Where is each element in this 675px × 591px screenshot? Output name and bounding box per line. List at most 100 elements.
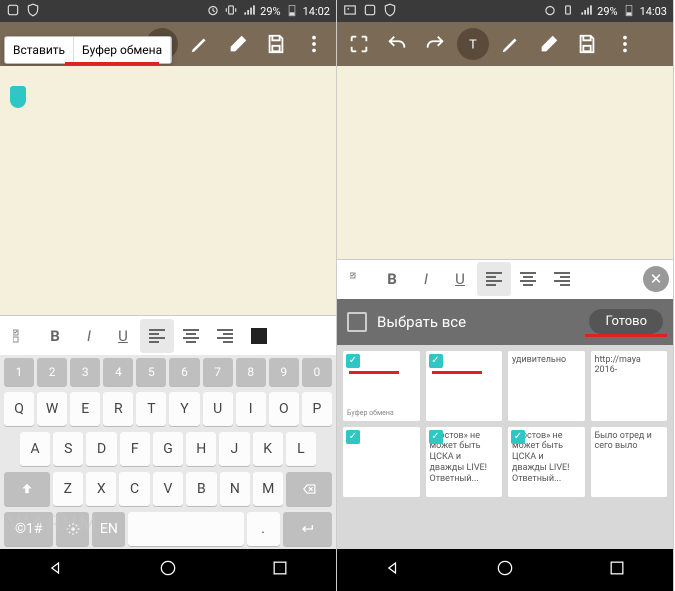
eraser-icon[interactable] bbox=[222, 28, 254, 60]
close-format-button[interactable]: ✕ bbox=[643, 266, 669, 292]
settings-key[interactable] bbox=[56, 512, 89, 546]
clipboard-item[interactable]: «Ростов» не может быть ЦСКА и дважды LIV… bbox=[508, 427, 585, 497]
checklist-icon[interactable] bbox=[341, 262, 375, 296]
redo-icon[interactable] bbox=[419, 28, 451, 60]
key-3[interactable]: 3 bbox=[70, 358, 100, 386]
bold-button[interactable]: B bbox=[38, 319, 72, 353]
key-a[interactable]: A bbox=[20, 432, 50, 466]
back-nav-icon[interactable] bbox=[46, 558, 66, 582]
key-u[interactable]: U bbox=[203, 392, 233, 426]
key-l[interactable]: L bbox=[286, 432, 316, 466]
key-m[interactable]: M bbox=[253, 472, 283, 506]
key-c[interactable]: C bbox=[119, 472, 149, 506]
key-v[interactable]: V bbox=[153, 472, 183, 506]
enter-key[interactable] bbox=[283, 512, 332, 546]
battery-icon bbox=[285, 3, 299, 20]
clipboard-header: Выбрать все Готово bbox=[337, 299, 673, 345]
key-p[interactable]: P bbox=[302, 392, 332, 426]
overflow-menu-icon[interactable] bbox=[298, 28, 330, 60]
key-k[interactable]: K bbox=[253, 432, 283, 466]
key-n[interactable]: N bbox=[220, 472, 250, 506]
key-s[interactable]: S bbox=[53, 432, 83, 466]
pen-icon[interactable] bbox=[495, 28, 527, 60]
home-nav-icon[interactable] bbox=[158, 558, 178, 582]
key-h[interactable]: H bbox=[186, 432, 216, 466]
align-left-button[interactable] bbox=[140, 319, 174, 353]
text-tool-icon[interactable]: T bbox=[457, 28, 489, 60]
cursor-handle-icon[interactable] bbox=[10, 86, 26, 108]
italic-button[interactable]: I bbox=[72, 319, 106, 353]
key-y[interactable]: Y bbox=[169, 392, 199, 426]
space-key[interactable] bbox=[128, 512, 243, 546]
eraser-icon[interactable] bbox=[533, 28, 565, 60]
bold-button[interactable]: B bbox=[375, 262, 409, 296]
lang-key[interactable]: EN bbox=[92, 512, 125, 546]
backspace-key[interactable] bbox=[286, 472, 332, 506]
key-q[interactable]: Q bbox=[4, 392, 34, 426]
key-w[interactable]: W bbox=[37, 392, 67, 426]
key-5[interactable]: 5 bbox=[136, 358, 166, 386]
key-d[interactable]: D bbox=[86, 432, 116, 466]
save-icon[interactable] bbox=[571, 28, 603, 60]
underline-button[interactable]: U bbox=[106, 319, 140, 353]
format-toolbar: B I U bbox=[0, 315, 336, 355]
align-center-button[interactable] bbox=[511, 262, 545, 296]
pen-icon[interactable] bbox=[184, 28, 216, 60]
align-left-button[interactable] bbox=[477, 262, 511, 296]
sym-key[interactable]: ©1# bbox=[4, 512, 53, 546]
key-2[interactable]: 2 bbox=[37, 358, 67, 386]
nfc-icon bbox=[6, 3, 20, 20]
save-icon[interactable] bbox=[260, 28, 292, 60]
clipboard-menu-item[interactable]: Буфер обмена bbox=[74, 37, 171, 63]
recent-nav-icon[interactable] bbox=[270, 558, 290, 582]
checklist-icon[interactable] bbox=[4, 319, 38, 353]
clipboard-item[interactable]: «Ростов» не может быть ЦСКА и дважды LIV… bbox=[426, 427, 503, 497]
key-o[interactable]: O bbox=[269, 392, 299, 426]
text-color-button[interactable] bbox=[242, 319, 276, 353]
select-all-checkbox[interactable] bbox=[347, 312, 367, 332]
clipboard-item[interactable]: Было отред и сего выло bbox=[591, 427, 668, 497]
key-i[interactable]: I bbox=[236, 392, 266, 426]
shift-key[interactable] bbox=[4, 472, 50, 506]
align-right-button[interactable] bbox=[545, 262, 579, 296]
done-button[interactable]: Готово bbox=[589, 309, 663, 334]
status-bar: 29% 14:02 bbox=[0, 0, 336, 22]
key-f[interactable]: F bbox=[120, 432, 150, 466]
clipboard-item[interactable] bbox=[343, 427, 420, 497]
clipboard-item[interactable] bbox=[426, 351, 503, 421]
note-canvas[interactable] bbox=[0, 66, 336, 315]
key-r[interactable]: R bbox=[103, 392, 133, 426]
key-t[interactable]: T bbox=[136, 392, 166, 426]
key-4[interactable]: 4 bbox=[103, 358, 133, 386]
key-9[interactable]: 9 bbox=[269, 358, 299, 386]
key-e[interactable]: E bbox=[70, 392, 100, 426]
key-z[interactable]: Z bbox=[53, 472, 83, 506]
paste-menu-item[interactable]: Вставить bbox=[5, 37, 74, 63]
phone-right: 29% 14:03 T B I U ✕ Выбрать все Готово Б… bbox=[337, 0, 674, 591]
key-8[interactable]: 8 bbox=[236, 358, 266, 386]
key-g[interactable]: G bbox=[153, 432, 183, 466]
italic-button[interactable]: I bbox=[409, 262, 443, 296]
key-1[interactable]: 1 bbox=[4, 358, 34, 386]
recent-nav-icon[interactable] bbox=[607, 558, 627, 582]
undo-icon[interactable] bbox=[381, 28, 413, 60]
key-x[interactable]: X bbox=[86, 472, 116, 506]
key-7[interactable]: 7 bbox=[203, 358, 233, 386]
clipboard-item[interactable]: удивительно bbox=[508, 351, 585, 421]
key-0[interactable]: 0 bbox=[302, 358, 332, 386]
align-center-button[interactable] bbox=[174, 319, 208, 353]
home-nav-icon[interactable] bbox=[495, 558, 515, 582]
key-j[interactable]: J bbox=[219, 432, 249, 466]
overflow-menu-icon[interactable] bbox=[609, 28, 641, 60]
underline-button[interactable]: U bbox=[443, 262, 477, 296]
align-right-button[interactable] bbox=[208, 319, 242, 353]
back-nav-icon[interactable] bbox=[383, 558, 403, 582]
clipboard-item[interactable]: http://maya 2016- bbox=[591, 351, 668, 421]
key-6[interactable]: 6 bbox=[169, 358, 199, 386]
period-key[interactable]: . bbox=[247, 512, 280, 546]
key-b[interactable]: B bbox=[186, 472, 216, 506]
note-canvas[interactable] bbox=[337, 66, 673, 259]
vibrate-icon bbox=[224, 3, 238, 20]
fullscreen-icon[interactable] bbox=[343, 28, 375, 60]
clipboard-item[interactable]: Буфер обмена bbox=[343, 351, 420, 421]
